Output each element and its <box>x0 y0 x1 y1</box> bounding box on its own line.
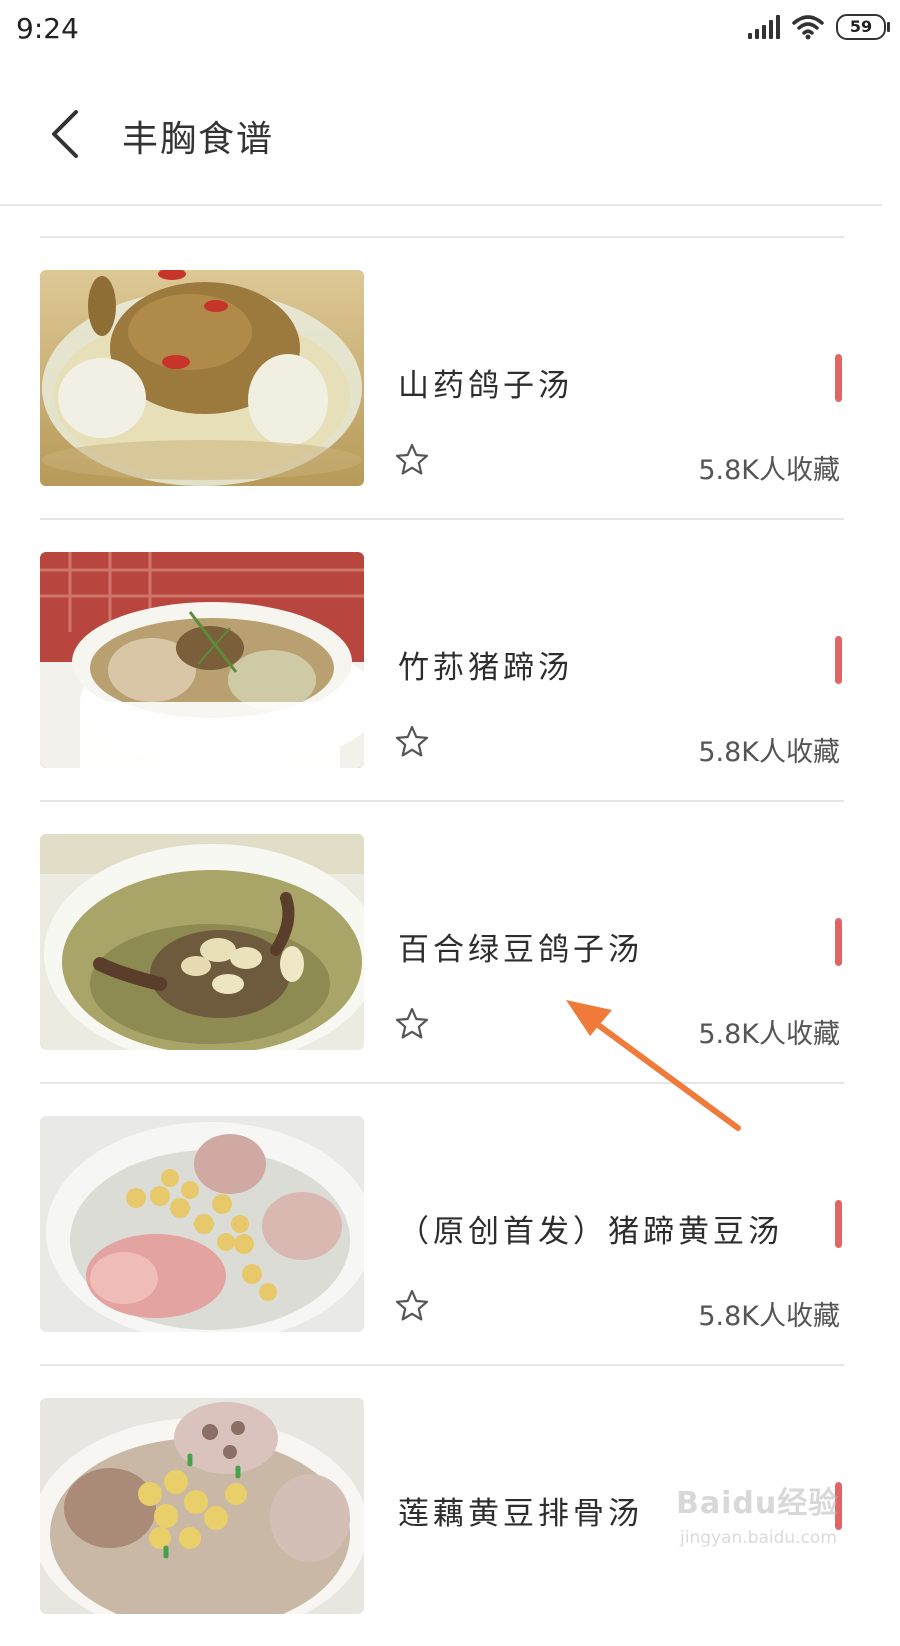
recipe-thumbnail-trotter-soybean-soup[interactable] <box>40 1116 364 1332</box>
recipe-name[interactable]: 莲藕黄豆排骨汤 <box>398 1488 643 1533</box>
accent-bar <box>835 354 842 402</box>
status-icons: 59 <box>748 14 890 40</box>
accent-bar <box>835 1200 842 1248</box>
favorite-star-icon[interactable] <box>394 442 430 478</box>
back-arrow-icon[interactable] <box>44 106 88 162</box>
recipe-thumbnail-bamboo-fungus-trotter-soup[interactable] <box>40 552 364 768</box>
watermark-url: jingyan.baidu.com <box>680 1528 837 1548</box>
accent-bar <box>835 918 842 966</box>
favorite-count: 5.8K人收藏 <box>698 1019 840 1050</box>
wifi-icon <box>792 15 824 40</box>
recipe-item[interactable]: 竹荪猪蹄汤 5.8K人收藏 <box>40 520 844 800</box>
accent-bar <box>835 636 842 684</box>
app-header: 丰胸食谱 <box>0 62 900 202</box>
recipe-item[interactable]: （原创首发）猪蹄黄豆汤 5.8K人收藏 <box>40 1084 844 1364</box>
baidu-watermark: Baidu经验 jingyan.baidu.com <box>676 1478 846 1568</box>
recipe-name[interactable]: 百合绿豆鸽子汤 <box>398 924 643 969</box>
favorite-star-icon[interactable] <box>394 724 430 760</box>
recipe-item[interactable]: 山药鸽子汤 5.8K人收藏 <box>40 238 844 518</box>
recipe-list[interactable]: 山药鸽子汤 5.8K人收藏 竹荪猪蹄汤 5.8K人收藏 百合绿豆鸽子汤 5.8K… <box>40 236 844 1646</box>
status-time: 9:24 <box>16 12 79 45</box>
favorite-star-icon[interactable] <box>394 1288 430 1324</box>
favorite-count: 5.8K人收藏 <box>698 455 840 486</box>
page-title: 丰胸食谱 <box>122 119 275 160</box>
recipe-thumbnail-lotus-root-soybean-rib-soup[interactable] <box>40 1398 364 1614</box>
favorite-count: 5.8K人收藏 <box>698 737 840 768</box>
recipe-name[interactable]: 竹荪猪蹄汤 <box>398 642 573 687</box>
recipe-thumbnail-yam-pigeon-soup[interactable] <box>40 270 364 486</box>
recipe-name[interactable]: （原创首发）猪蹄黄豆汤 <box>398 1206 783 1251</box>
watermark-logo: Baidu经验 <box>676 1486 840 1521</box>
favorite-star-icon[interactable] <box>394 1006 430 1042</box>
status-bar: 9:24 59 <box>0 0 900 62</box>
signal-icon <box>748 15 780 39</box>
header-divider <box>0 204 882 206</box>
recipe-thumbnail-lily-mungbean-pigeon-soup[interactable] <box>40 834 364 1050</box>
favorite-count: 5.8K人收藏 <box>698 1301 840 1332</box>
recipe-item[interactable]: 百合绿豆鸽子汤 5.8K人收藏 <box>40 802 844 1082</box>
recipe-name[interactable]: 山药鸽子汤 <box>398 360 573 405</box>
battery-indicator: 59 <box>836 14 890 40</box>
